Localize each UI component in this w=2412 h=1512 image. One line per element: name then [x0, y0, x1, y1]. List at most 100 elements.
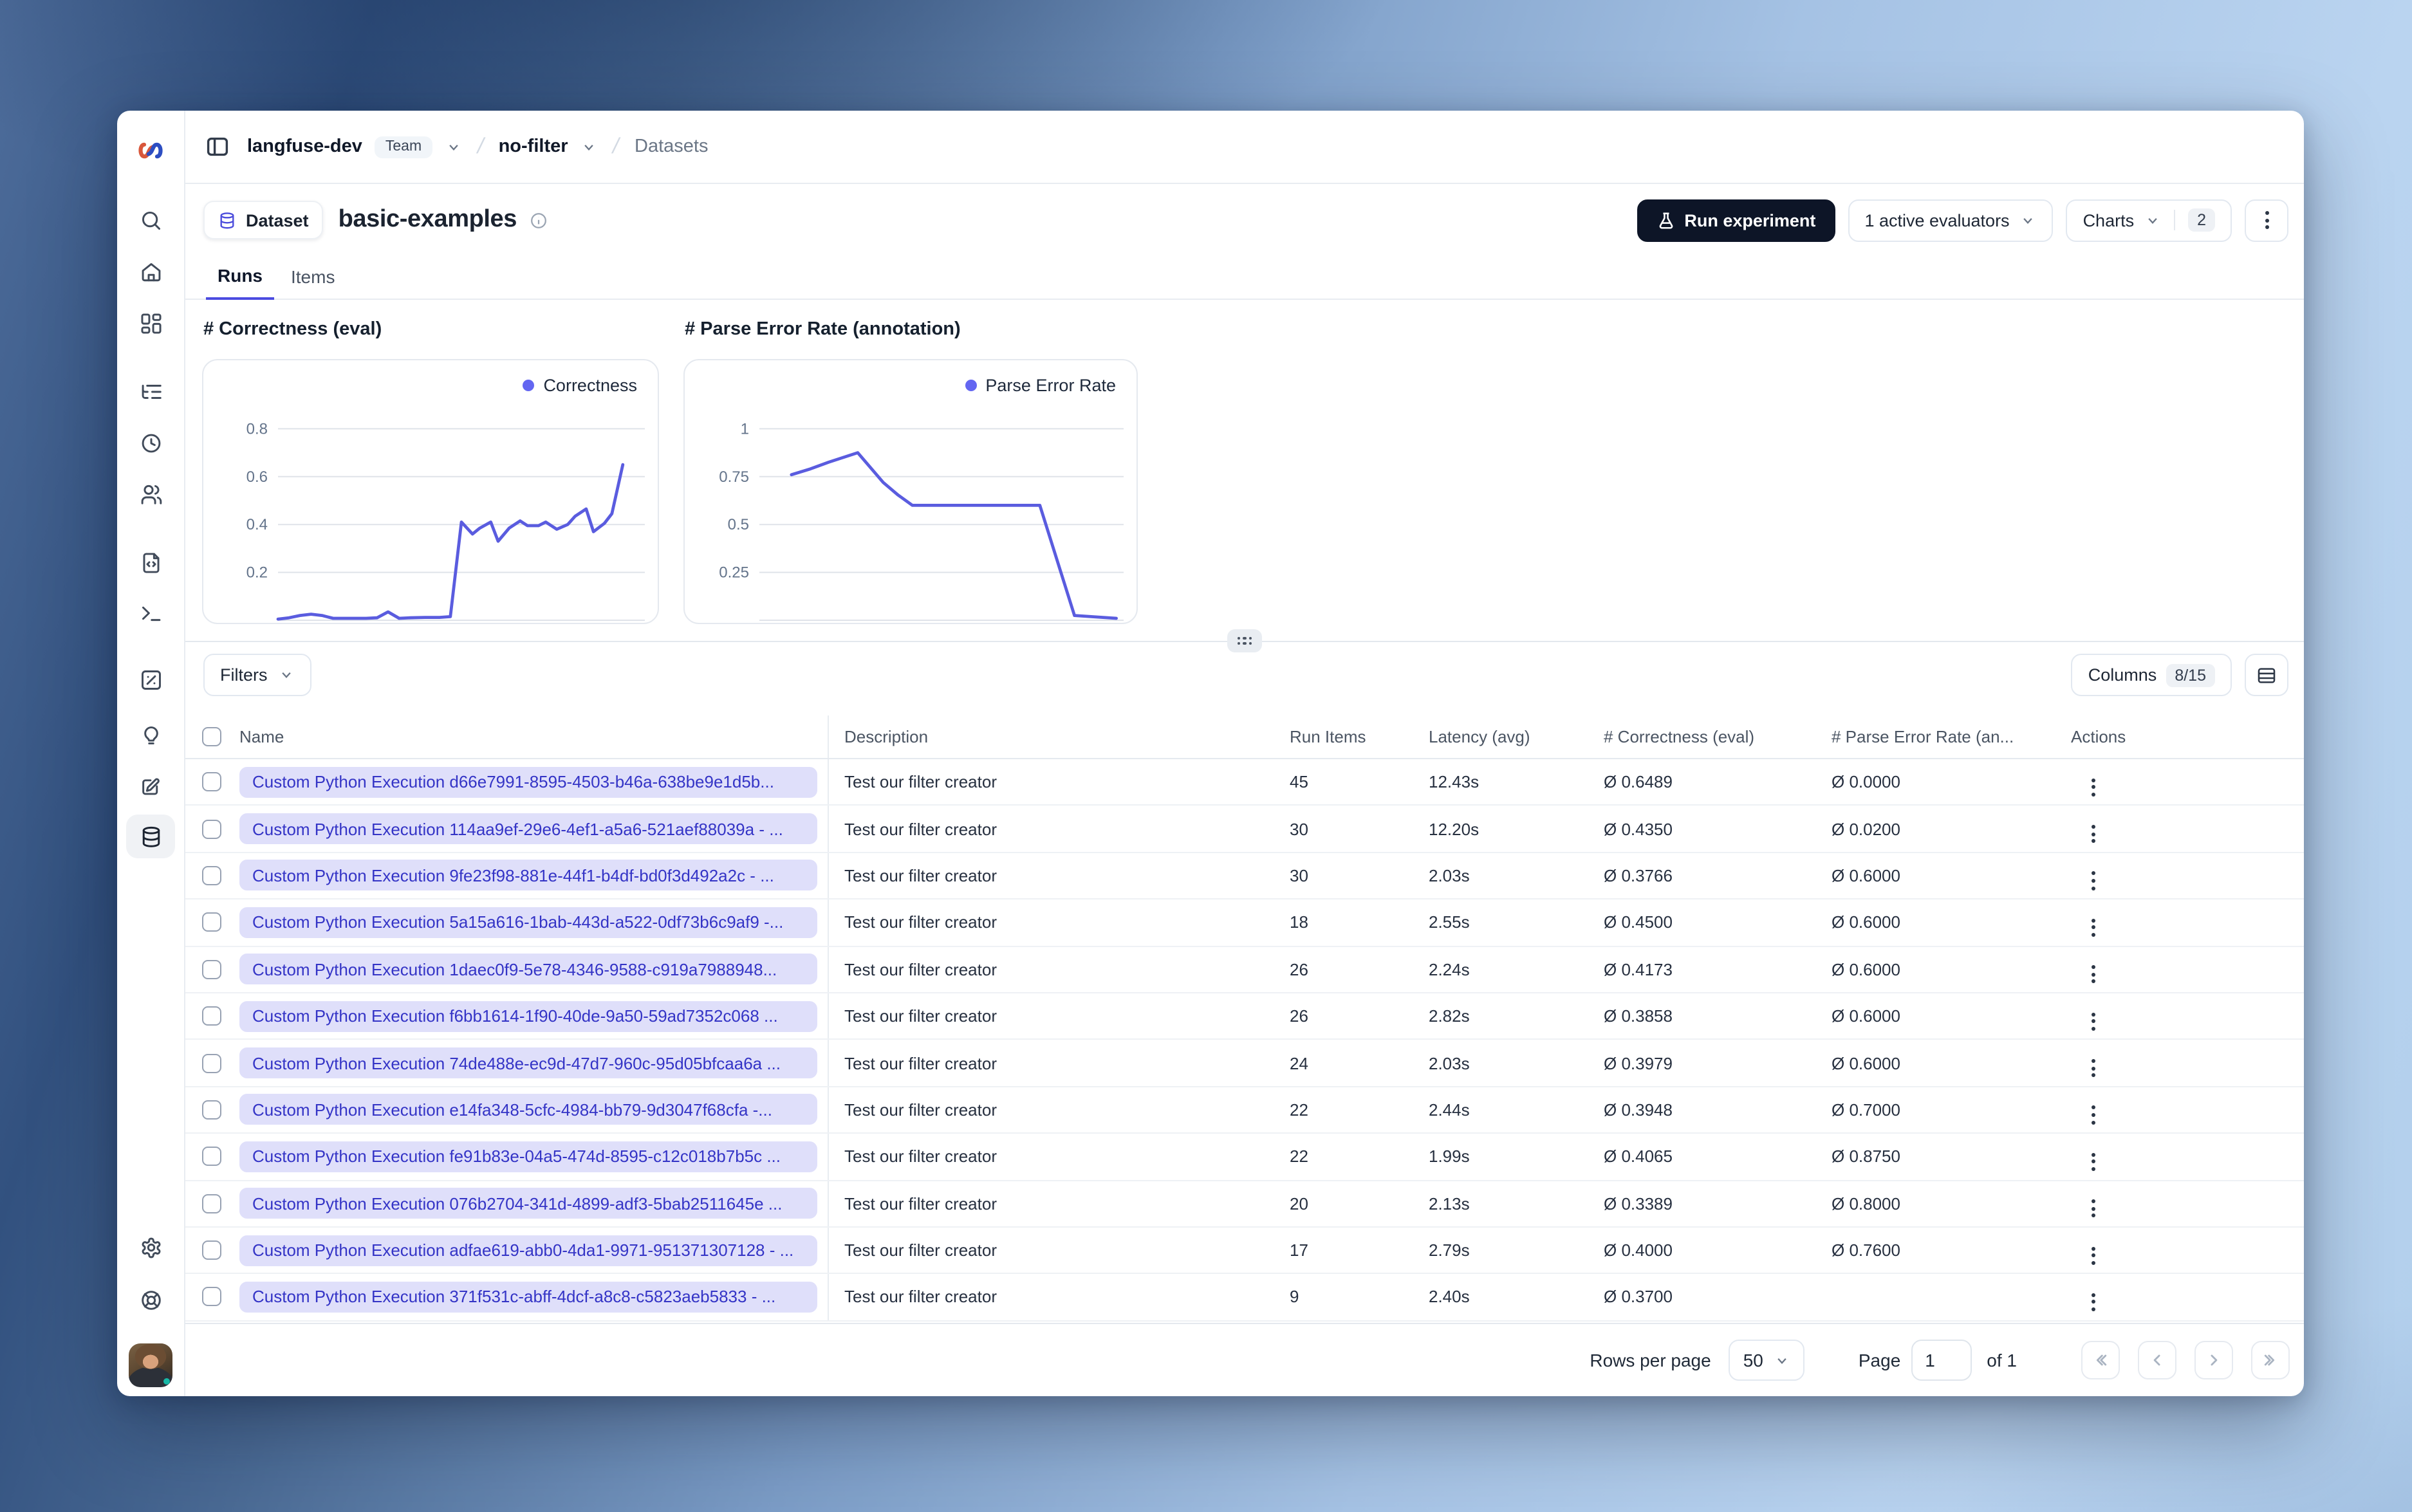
run-name-link[interactable]: Custom Python Execution 1daec0f9-5e78-43… — [239, 954, 817, 985]
sidebar-item-annotation-clipboard[interactable] — [126, 763, 175, 807]
kebab-icon — [2092, 1058, 2095, 1078]
tracing-icon — [141, 384, 161, 398]
row-checkbox[interactable] — [202, 865, 221, 885]
cell-run-items: 30 — [1290, 865, 1308, 885]
resize-drag-handle[interactable] — [1227, 629, 1262, 652]
page-input[interactable] — [1911, 1340, 1972, 1381]
prev-page-button[interactable] — [2138, 1341, 2176, 1379]
grip-dots-icon — [1237, 636, 1252, 645]
column-header-correctness[interactable]: # Correctness (eval) — [1588, 727, 1816, 746]
title-actions: Run experiment 1 active evaluators Chart… — [1637, 199, 2288, 241]
cell-run-items: 24 — [1290, 1053, 1308, 1073]
info-icon[interactable] — [528, 210, 548, 230]
users-icon — [140, 484, 162, 504]
sidebar-item-tracing[interactable] — [126, 369, 175, 413]
row-actions-button[interactable] — [2084, 1011, 2103, 1031]
run-name-link[interactable]: Custom Python Execution 076b2704-341d-48… — [239, 1188, 817, 1219]
next-page-button[interactable] — [2194, 1341, 2233, 1379]
run-name-link[interactable]: Custom Python Execution 114aa9ef-29e6-4e… — [239, 813, 817, 845]
more-actions-button[interactable] — [2245, 199, 2288, 241]
cell-correctness: Ø 0.4500 — [1604, 912, 1673, 932]
select-all-checkbox[interactable] — [202, 727, 221, 746]
row-actions-button[interactable] — [2084, 871, 2103, 891]
chart-title-parse-error: # Parse Error Rate (annotation) — [685, 319, 961, 340]
table-row: Custom Python Execution 371f531c-abff-4d… — [185, 1274, 2304, 1322]
run-name-link[interactable]: Custom Python Execution e14fa348-5cfc-49… — [239, 1094, 817, 1125]
sidebar-item-playground-terminal[interactable] — [126, 591, 175, 634]
kebab-icon — [2092, 1152, 2095, 1171]
breadcrumb-org[interactable]: langfuse-dev — [247, 136, 362, 157]
row-checkbox[interactable] — [202, 1147, 221, 1166]
sidebar-item-settings-gear[interactable] — [126, 1225, 175, 1269]
run-name-link[interactable]: Custom Python Execution 9fe23f98-881e-44… — [239, 860, 817, 891]
sidebar-item-dashboard[interactable] — [126, 301, 175, 345]
table-row: Custom Python Execution fe91b83e-04a5-47… — [185, 1134, 2304, 1181]
rows-per-page-select[interactable]: 50 — [1729, 1340, 1804, 1381]
row-actions-button[interactable] — [2084, 964, 2103, 984]
run-name-link[interactable]: Custom Python Execution 371f531c-abff-4d… — [239, 1281, 817, 1313]
row-checkbox[interactable] — [202, 1287, 221, 1307]
row-checkbox[interactable] — [202, 772, 221, 792]
row-checkbox[interactable] — [202, 1240, 221, 1260]
tab-items[interactable]: Items — [279, 266, 346, 299]
row-actions-button[interactable] — [2084, 1292, 2103, 1313]
column-header-actions: Actions — [2071, 727, 2126, 746]
column-header-run-items[interactable]: Run Items — [1274, 727, 1413, 746]
breadcrumb-section[interactable]: Datasets — [635, 136, 708, 157]
tab-runs[interactable]: Runs — [206, 265, 274, 300]
chevron-down-icon[interactable] — [445, 138, 461, 155]
row-checkbox[interactable] — [202, 1100, 221, 1120]
row-actions-button[interactable] — [2084, 1198, 2103, 1219]
run-name-link[interactable]: Custom Python Execution 5a15a616-1bab-44… — [239, 907, 817, 938]
last-page-button[interactable] — [2251, 1341, 2290, 1379]
column-header-name[interactable]: Name — [237, 715, 829, 758]
cell-latency: 2.82s — [1429, 1006, 1470, 1026]
column-header-parse-error[interactable]: # Parse Error Rate (an... — [1816, 727, 2055, 746]
first-page-button[interactable] — [2081, 1341, 2120, 1379]
cell-parse-error-rate: Ø 0.6000 — [1832, 959, 1900, 979]
column-header-description[interactable]: Description — [829, 727, 1274, 746]
run-name-link[interactable]: Custom Python Execution 74de488e-ec9d-47… — [239, 1047, 817, 1079]
row-checkbox[interactable] — [202, 1053, 221, 1073]
chevron-down-icon[interactable] — [581, 138, 598, 155]
title-row: Dataset basic-examples Run experiment 1 … — [203, 198, 2288, 242]
column-header-latency[interactable]: Latency (avg) — [1413, 727, 1588, 746]
avatar[interactable] — [129, 1343, 172, 1387]
sidebar-item-home[interactable] — [126, 250, 175, 293]
row-checkbox[interactable] — [202, 912, 221, 932]
sidebar-item-sessions-clock[interactable] — [126, 421, 175, 465]
run-name-link[interactable]: Custom Python Execution adfae619-abb0-4d… — [239, 1235, 817, 1266]
row-actions-button[interactable] — [2084, 1105, 2103, 1125]
sidebar-item-insights-lightbulb[interactable] — [126, 712, 175, 755]
row-actions-button[interactable] — [2084, 1058, 2103, 1078]
breadcrumb-project[interactable]: no-filter — [499, 136, 568, 157]
run-name-link[interactable]: Custom Python Execution fe91b83e-04a5-47… — [239, 1141, 817, 1172]
charts-toggle-button[interactable]: Charts 2 — [2066, 199, 2232, 241]
row-actions-button[interactable] — [2084, 1151, 2103, 1172]
sidebar-toggle-icon[interactable] — [206, 135, 229, 158]
run-name-link[interactable]: Custom Python Execution f6bb1614-1f90-40… — [239, 1000, 817, 1032]
sidebar-item-evaluation-percent[interactable] — [126, 658, 175, 701]
row-checkbox[interactable] — [202, 1006, 221, 1026]
run-name-link[interactable]: Custom Python Execution d66e7991-8595-45… — [239, 766, 817, 798]
sidebar-item-users[interactable] — [126, 472, 175, 516]
row-actions-button[interactable] — [2084, 917, 2103, 938]
sidebar-item-support-lifebuoy[interactable] — [126, 1278, 175, 1322]
row-checkbox[interactable] — [202, 819, 221, 839]
columns-button[interactable]: Columns 8/15 — [2071, 654, 2232, 696]
row-actions-button[interactable] — [2084, 1245, 2103, 1266]
row-actions-button[interactable] — [2084, 824, 2103, 844]
sidebar-item-prompts-file-code[interactable] — [126, 540, 175, 584]
cell-latency: 2.13s — [1429, 1194, 1470, 1213]
row-actions-button[interactable] — [2084, 777, 2103, 797]
sidebar-item-datasets-database[interactable] — [126, 815, 175, 858]
sidebar-item-search[interactable] — [126, 198, 175, 242]
row-checkbox[interactable] — [202, 959, 221, 979]
run-experiment-button[interactable]: Run experiment — [1637, 199, 1835, 241]
active-evaluators-button[interactable]: 1 active evaluators — [1848, 199, 2054, 241]
row-checkbox[interactable] — [202, 1194, 221, 1213]
breadcrumb-separator: / — [610, 134, 622, 158]
row-height-button[interactable] — [2245, 654, 2288, 696]
filters-button[interactable]: Filters — [203, 654, 311, 696]
evaluation-percent-icon — [141, 670, 160, 689]
